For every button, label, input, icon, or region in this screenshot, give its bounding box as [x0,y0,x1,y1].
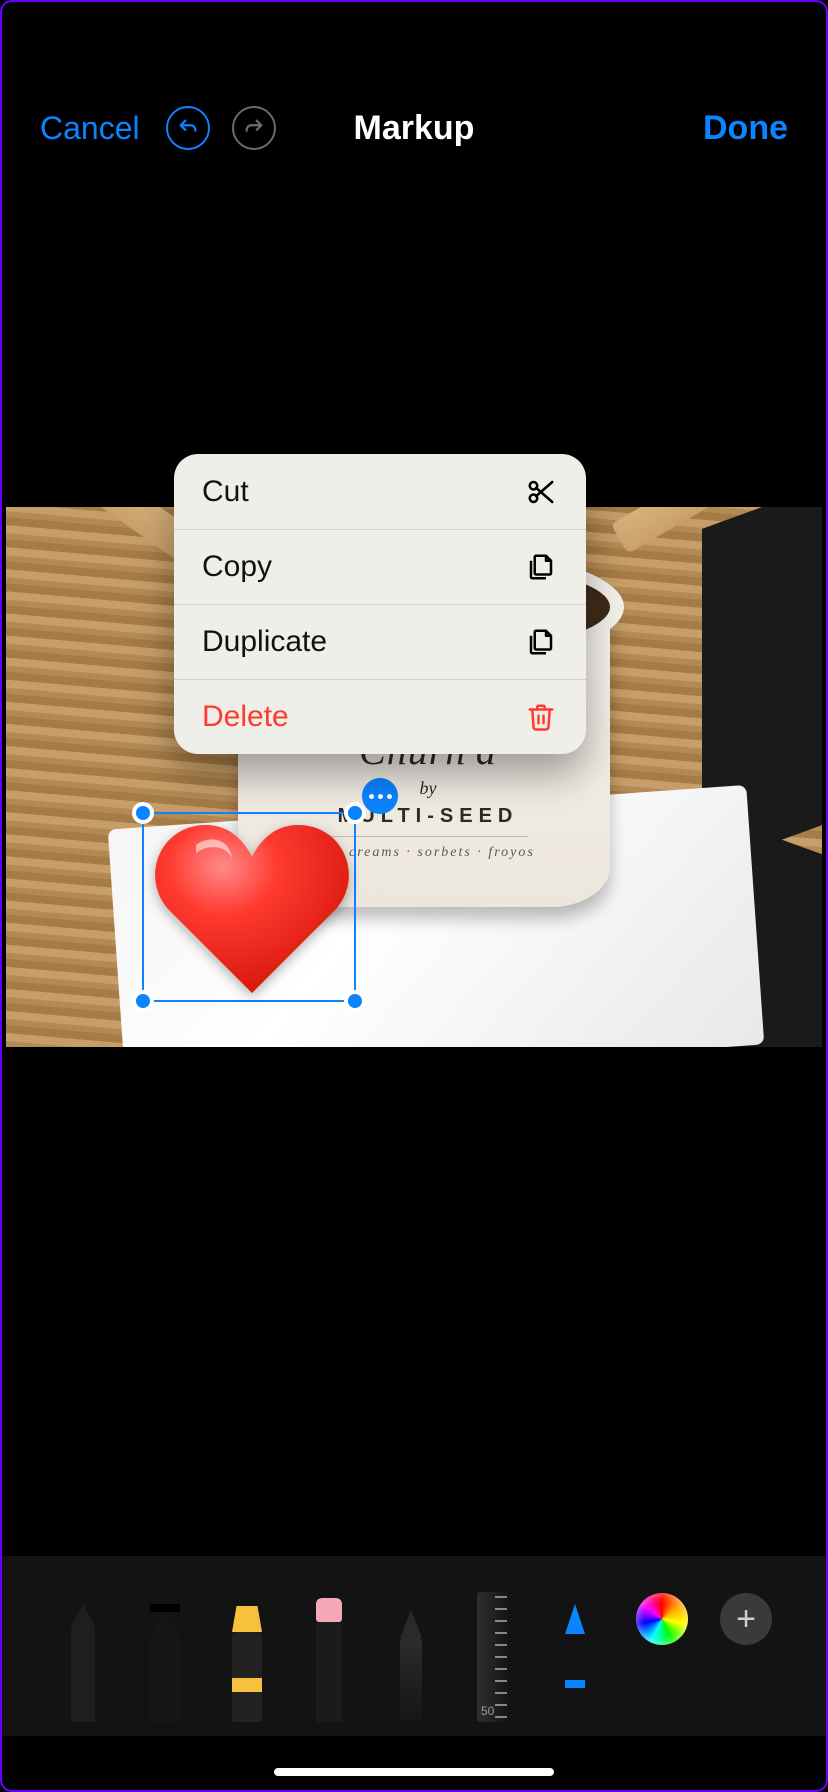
heart-sticker[interactable] [152,817,352,997]
duplicate-icon [524,625,558,659]
cancel-button[interactable]: Cancel [40,110,140,147]
undo-button[interactable] [166,106,210,150]
resize-handle-top-left[interactable] [132,802,154,824]
menu-label: Copy [202,550,272,584]
context-menu: Cut Copy Duplicate Delete [174,454,586,754]
done-button[interactable]: Done [703,109,788,148]
add-button[interactable]: + [720,1593,772,1645]
ruler-mark: 50 [481,1704,494,1718]
scissors-icon [524,475,558,509]
selection-more-button[interactable] [362,778,398,814]
color-picker-button[interactable] [636,1593,688,1645]
menu-item-duplicate[interactable]: Duplicate [174,604,586,679]
menu-item-copy[interactable]: Copy [174,529,586,604]
tool-marker[interactable] [138,1582,192,1722]
tool-brush[interactable] [548,1582,602,1722]
menu-item-delete[interactable]: Delete [174,679,586,754]
redo-icon [243,117,265,139]
heart-icon [152,817,352,997]
menu-label: Delete [202,700,289,734]
menu-label: Duplicate [202,625,327,659]
redo-button [232,106,276,150]
undo-icon [177,117,199,139]
documents-icon [524,550,558,584]
menu-item-cut[interactable]: Cut [174,454,586,529]
resize-handle-bottom-left[interactable] [132,990,154,1012]
markup-toolbar: 50 + [2,1556,826,1736]
tool-pencil[interactable] [384,1582,438,1722]
header-bar: Cancel Markup Done [2,98,826,158]
menu-label: Cut [202,475,249,509]
tool-eraser[interactable] [302,1582,356,1722]
cup-by-text: by [298,778,558,799]
home-indicator[interactable] [274,1768,554,1776]
tool-highlighter[interactable] [220,1582,274,1722]
tool-ruler[interactable]: 50 [466,1582,520,1722]
tool-pen[interactable] [56,1582,110,1722]
trash-icon [524,700,558,734]
markup-screen: Cancel Markup Done Churn'd by MULTI-SEED… [0,0,828,1792]
